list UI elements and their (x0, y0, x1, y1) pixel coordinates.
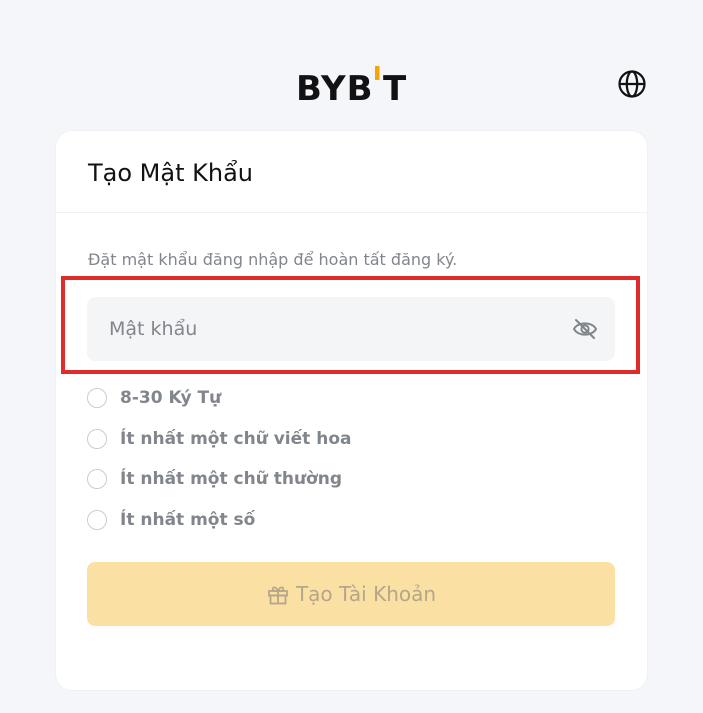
password-input[interactable] (109, 297, 549, 361)
instruction-text: Đặt mật khẩu đăng nhập để hoàn tất đăng … (88, 250, 458, 269)
requirement-status-icon (87, 429, 107, 449)
logo-text-start: BYB (296, 69, 374, 106)
requirement-label: Ít nhất một chữ viết hoa (120, 429, 352, 449)
create-account-label: Tạo Tài Khoản (295, 582, 437, 606)
requirement-label: 8-30 Ký Tự (120, 388, 222, 408)
globe-icon[interactable] (616, 68, 648, 100)
requirement-number: Ít nhất một số (87, 508, 255, 532)
create-account-button[interactable]: Tạo Tài Khoản (87, 562, 615, 626)
logo-text-end: T (383, 69, 407, 106)
create-password-card: Tạo Mật Khẩu Đặt mật khẩu đăng nhập để h… (56, 131, 647, 690)
header-divider (56, 212, 647, 213)
password-field[interactable] (87, 297, 615, 361)
gift-icon (268, 586, 288, 605)
requirement-label: Ít nhất một số (120, 510, 256, 530)
requirement-status-icon (87, 469, 107, 489)
requirement-status-icon (87, 388, 107, 408)
bybit-logo: BYB T (296, 66, 407, 106)
requirement-label: Ít nhất một chữ thường (120, 469, 343, 489)
eye-off-icon[interactable] (572, 317, 598, 341)
requirement-length: 8-30 Ký Tự (87, 386, 221, 410)
requirement-lowercase: Ít nhất một chữ thường (87, 467, 342, 491)
page-title: Tạo Mật Khẩu (88, 159, 253, 187)
requirement-status-icon (87, 510, 107, 530)
requirement-uppercase: Ít nhất một chữ viết hoa (87, 427, 351, 451)
logo-accent-bar (375, 66, 380, 80)
